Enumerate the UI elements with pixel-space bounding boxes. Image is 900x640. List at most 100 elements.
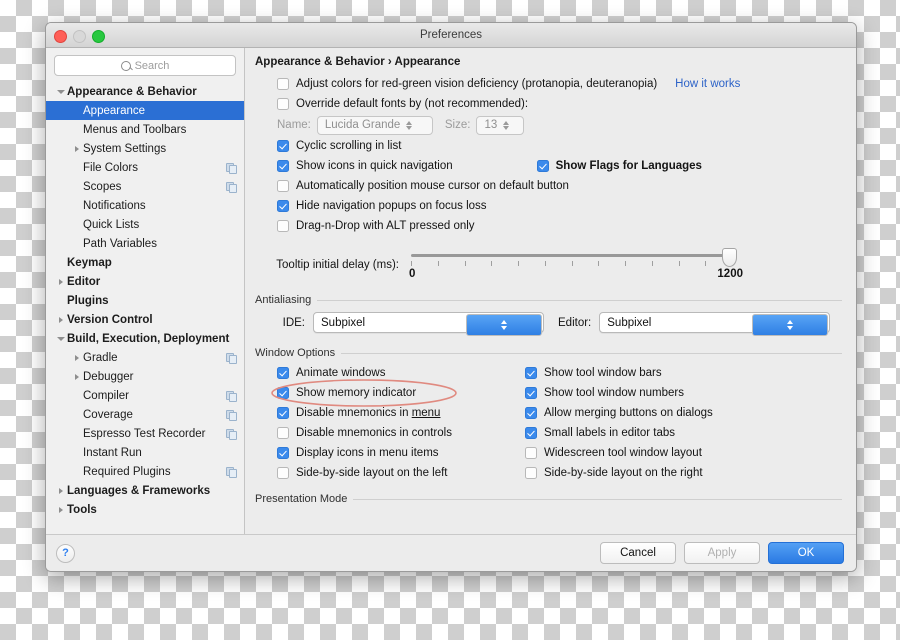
checkbox-adjust-colors[interactable]: [277, 78, 289, 90]
tooltip-delay-slider[interactable]: 0 1200: [407, 248, 743, 286]
copy-icon[interactable]: [226, 409, 237, 421]
option-row-show-icons-in-quick-navigation: Show icons in quick navigation Show Flags…: [277, 156, 842, 176]
checkbox-show-tool-window-numbers[interactable]: [525, 387, 537, 399]
sidebar-item-tools[interactable]: Tools: [46, 500, 244, 519]
chevron-updown-icon[interactable]: [752, 314, 829, 336]
breadcrumb: Appearance & Behavior › Appearance: [255, 56, 461, 68]
font-size-value: 13: [484, 119, 498, 131]
help-button[interactable]: ?: [56, 543, 75, 563]
minimize-button[interactable]: [73, 30, 86, 43]
checkbox-allow-merging-buttons-on-dialogs[interactable]: [525, 407, 537, 419]
section-title-antialiasing: Antialiasing: [255, 294, 312, 306]
search-wrapper: Search: [46, 55, 244, 82]
checkbox-widescreen-tool-window-layout[interactable]: [525, 447, 537, 459]
sidebar-item-notifications[interactable]: Notifications: [46, 196, 244, 215]
font-name-value: Lucida Grande: [324, 119, 401, 131]
option-row-widescreen-tool-window-layout: Widescreen tool window layout: [525, 443, 785, 463]
sidebar-item-scopes[interactable]: Scopes: [46, 177, 244, 196]
sidebar-item-system-settings[interactable]: System Settings: [46, 139, 244, 158]
sidebar-item-coverage[interactable]: Coverage: [46, 405, 244, 424]
checkbox-automatically-position-mouse-cursor-on-default-button[interactable]: [277, 180, 289, 192]
how-it-works-link[interactable]: How it works: [675, 78, 740, 90]
apply-button[interactable]: Apply: [684, 542, 760, 564]
close-button[interactable]: [54, 30, 67, 43]
copy-icon[interactable]: [226, 181, 237, 193]
copy-icon[interactable]: [226, 352, 237, 364]
chevron-down-icon[interactable]: [55, 89, 67, 94]
sidebar-item-build-execution-deployment[interactable]: Build, Execution, Deployment: [46, 329, 244, 348]
chevron-right-icon[interactable]: [71, 354, 83, 361]
sidebar-item-languages-frameworks[interactable]: Languages & Frameworks: [46, 481, 244, 500]
sidebar-item-instant-run[interactable]: Instant Run: [46, 443, 244, 462]
chevron-right-icon[interactable]: [55, 278, 67, 285]
checkbox-small-labels-in-editor-tabs[interactable]: [525, 427, 537, 439]
sidebar-item-version-control[interactable]: Version Control: [46, 310, 244, 329]
slider-thumb[interactable]: [722, 248, 737, 267]
label-widescreen-tool-window-layout: Widescreen tool window layout: [544, 447, 702, 459]
sidebar-item-appearance-behavior[interactable]: Appearance & Behavior: [46, 82, 244, 101]
zoom-button[interactable]: [92, 30, 105, 43]
sidebar-item-editor[interactable]: Editor: [46, 272, 244, 291]
option-row-drag-n-drop-with-alt-pressed-only: Drag-n-Drop with ALT pressed only: [277, 216, 842, 236]
copy-icon[interactable]: [226, 466, 237, 478]
section-window-options: Window Options: [255, 347, 842, 359]
sidebar-item-path-variables[interactable]: Path Variables: [46, 234, 244, 253]
checkbox-drag-n-drop-with-alt-pressed-only[interactable]: [277, 220, 289, 232]
chevron-updown-icon: [406, 120, 413, 130]
checkbox-side-by-side-layout-on-the-left[interactable]: [277, 467, 289, 479]
sidebar-item-keymap[interactable]: Keymap: [46, 253, 244, 272]
window-options-grid: Animate windows Show memory indicator Disa…: [255, 363, 842, 483]
checkbox-cyclic-scrolling-in-list[interactable]: [277, 140, 289, 152]
copy-icon[interactable]: [226, 162, 237, 174]
chevron-right-icon[interactable]: [55, 487, 67, 494]
label-animate-windows: Animate windows: [296, 367, 386, 379]
checkbox-show-flags-for-languages[interactable]: [536, 160, 549, 172]
ok-button[interactable]: OK: [768, 542, 844, 564]
sidebar-item-gradle[interactable]: Gradle: [46, 348, 244, 367]
chevron-right-icon[interactable]: [71, 145, 83, 152]
section-rule: [317, 299, 842, 301]
option-row-animate-windows: Animate windows: [277, 363, 525, 383]
font-name-combo[interactable]: Lucida Grande: [316, 115, 433, 135]
checkbox-hide-navigation-popups-on-focus-loss[interactable]: [277, 200, 289, 212]
cancel-button[interactable]: Cancel: [600, 542, 676, 564]
chevron-down-icon[interactable]: [55, 336, 67, 341]
chevron-right-icon[interactable]: [55, 316, 67, 323]
slider-tick: [625, 261, 626, 266]
checkbox-show-memory-indicator[interactable]: [277, 387, 289, 399]
sidebar-item-appearance[interactable]: Appearance: [46, 101, 244, 120]
chevron-updown-icon[interactable]: [466, 314, 542, 336]
checkbox-disable-mnemonics-in-controls[interactable]: [277, 427, 289, 439]
preferences-window: Preferences Search Appearance & Behavior…: [45, 22, 857, 572]
copy-icon[interactable]: [226, 428, 237, 440]
chevron-right-icon[interactable]: [71, 373, 83, 380]
option-row-override-fonts: Override default fonts by (not recommend…: [277, 94, 842, 114]
sidebar-item-espresso-test-recorder[interactable]: Espresso Test Recorder: [46, 424, 244, 443]
sidebar-item-plugins[interactable]: Plugins: [46, 291, 244, 310]
chevron-right-icon[interactable]: [55, 506, 67, 513]
font-size-combo[interactable]: 13: [476, 115, 525, 135]
sidebar-item-quick-lists[interactable]: Quick Lists: [46, 215, 244, 234]
option-row-show-tool-window-numbers: Show tool window numbers: [525, 383, 785, 403]
sidebar-item-label: System Settings: [83, 142, 167, 155]
checkbox-disable-mnemonics-in-menu[interactable]: [277, 407, 289, 419]
label-show-tool-window-bars: Show tool window bars: [544, 367, 662, 379]
sidebar-item-file-colors[interactable]: File Colors: [46, 158, 244, 177]
checkbox-animate-windows[interactable]: [277, 367, 289, 379]
checkbox-show-icons-in-quick-navigation[interactable]: [277, 160, 289, 172]
slider-tick: [598, 261, 600, 266]
sidebar-item-required-plugins[interactable]: Required Plugins: [46, 462, 244, 481]
checkbox-show-tool-window-bars[interactable]: [525, 367, 537, 379]
sidebar-item-debugger[interactable]: Debugger: [46, 367, 244, 386]
select-ide-antialias[interactable]: Subpixel: [313, 312, 544, 336]
checkbox-side-by-side-layout-on-the-right[interactable]: [525, 467, 537, 479]
sidebar-item-compiler[interactable]: Compiler: [46, 386, 244, 405]
checkbox-override-fonts[interactable]: [277, 98, 289, 110]
select-editor-antialias[interactable]: Subpixel: [599, 312, 831, 336]
checkbox-display-icons-in-menu-items[interactable]: [277, 447, 289, 459]
copy-icon[interactable]: [226, 390, 237, 402]
sidebar-item-menus-and-toolbars[interactable]: Menus and Toolbars: [46, 120, 244, 139]
search-input[interactable]: Search: [54, 55, 236, 76]
window-content: Search Appearance & Behavior Appearance Me…: [46, 48, 856, 534]
label-tooltip-delay: Tooltip initial delay (ms):: [276, 259, 399, 271]
